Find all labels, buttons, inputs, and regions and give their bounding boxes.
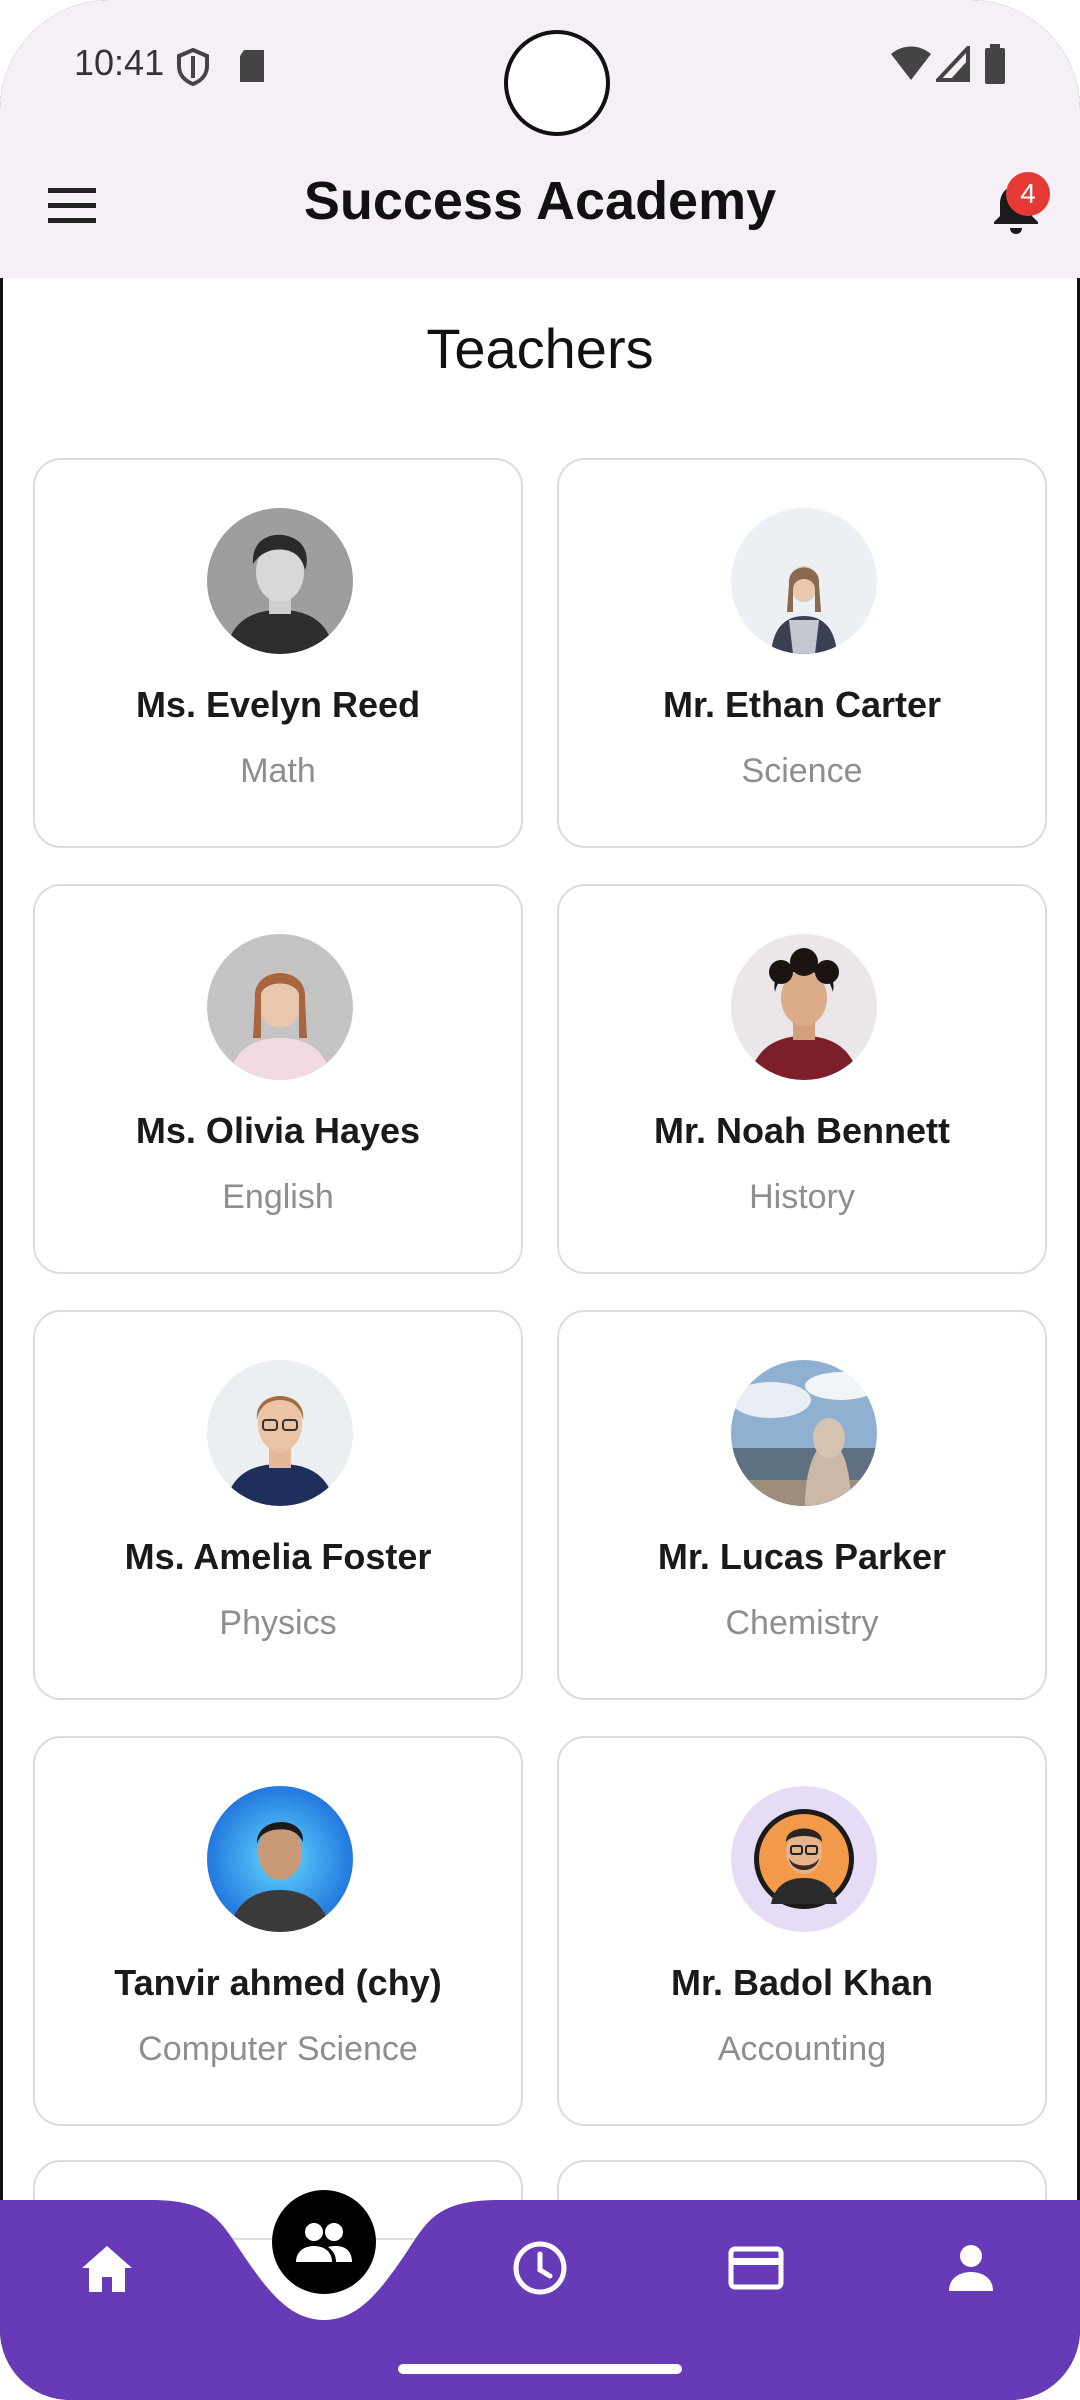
person-icon[interactable] bbox=[948, 2244, 994, 2292]
teacher-subject: Physics bbox=[219, 1604, 337, 1642]
teacher-name: Mr. Ethan Carter bbox=[662, 684, 942, 725]
teacher-name: Ms. Amelia Foster bbox=[124, 1536, 432, 1577]
notification-badge: 4 bbox=[1006, 172, 1050, 216]
teacher-subject: Chemistry bbox=[725, 1604, 879, 1642]
teacher-avatar bbox=[731, 508, 877, 654]
people-icon[interactable] bbox=[294, 2220, 354, 2264]
card-icon[interactable] bbox=[728, 2246, 784, 2290]
sd-card-icon bbox=[240, 50, 264, 82]
teacher-avatar bbox=[207, 934, 353, 1080]
teacher-name: Mr. Noah Bennett bbox=[653, 1110, 950, 1151]
teacher-avatar bbox=[207, 1786, 353, 1932]
teacher-avatar bbox=[207, 1360, 353, 1506]
teacher-avatar bbox=[731, 934, 877, 1080]
teacher-subject: Math bbox=[240, 752, 316, 790]
teacher-subject: English bbox=[222, 1178, 334, 1216]
teacher-name: Mr. Badol Khan bbox=[670, 1962, 934, 2003]
teacher-avatar bbox=[731, 1360, 877, 1506]
teacher-card[interactable]: Ms. Amelia Foster Physics bbox=[33, 1310, 523, 1700]
teacher-avatar bbox=[731, 1786, 877, 1932]
teacher-card[interactable]: Mr. Badol Khan Accounting bbox=[557, 1736, 1047, 2126]
teacher-card[interactable]: Mr. Lucas Parker Chemistry bbox=[557, 1310, 1047, 1700]
teacher-name: Tanvir ahmed (chy) bbox=[114, 1962, 442, 2003]
teacher-avatar bbox=[207, 508, 353, 654]
battery-icon bbox=[985, 44, 1005, 84]
home-icon[interactable] bbox=[80, 2244, 134, 2294]
teacher-subject: History bbox=[749, 1178, 855, 1216]
teacher-subject: Computer Science bbox=[138, 2030, 418, 2068]
phone-screen: 10:41 Success Academy 4 Teachers Ms. Eve… bbox=[0, 0, 1080, 2400]
teacher-card[interactable]: Mr. Noah Bennett History bbox=[557, 884, 1047, 1274]
page-title: Teachers bbox=[426, 317, 654, 380]
clock-icon[interactable] bbox=[512, 2240, 568, 2296]
shield-icon bbox=[177, 48, 209, 86]
teacher-card[interactable]: Mr. Ethan Carter Science bbox=[557, 458, 1047, 848]
signal-icon bbox=[936, 46, 970, 82]
teacher-subject: Science bbox=[741, 752, 863, 790]
teacher-card[interactable]: Ms. Evelyn Reed Math bbox=[33, 458, 523, 848]
gesture-bar[interactable] bbox=[398, 2364, 682, 2374]
wifi-icon bbox=[891, 46, 931, 80]
teacher-card[interactable]: Tanvir ahmed (chy) Computer Science bbox=[33, 1736, 523, 2126]
teacher-name: Ms. Olivia Hayes bbox=[135, 1110, 421, 1151]
front-camera bbox=[504, 30, 610, 136]
app-title: Success Academy bbox=[303, 171, 777, 231]
teacher-name: Ms. Evelyn Reed bbox=[135, 684, 421, 725]
status-time: 10:41 bbox=[74, 42, 165, 83]
teacher-name: Mr. Lucas Parker bbox=[657, 1536, 947, 1577]
teacher-card[interactable]: Ms. Olivia Hayes English bbox=[33, 884, 523, 1274]
teacher-subject: Accounting bbox=[717, 2030, 887, 2068]
